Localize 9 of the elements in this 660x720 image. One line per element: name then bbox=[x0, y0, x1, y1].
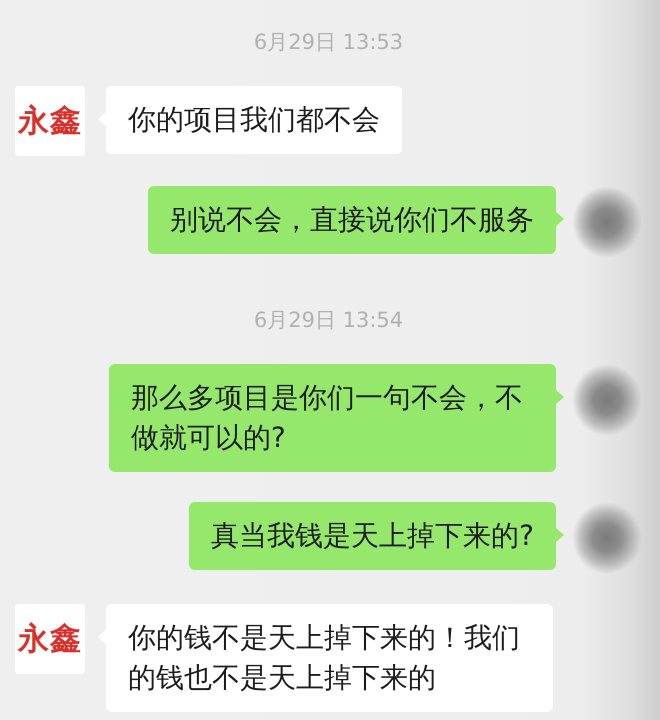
message-bubble: 别说不会，直接说你们不服务 bbox=[148, 186, 564, 254]
avatar[interactable]: 永鑫 bbox=[15, 604, 85, 674]
message-bubble: 那么多项目是你们一句不会，不做就可以的? bbox=[108, 364, 564, 472]
timestamp: 6月29日 13:54 bbox=[254, 307, 404, 334]
avatar[interactable]: 永鑫 bbox=[15, 86, 85, 156]
message-bubble: 你的钱不是天上掉下来的！我们的钱也不是天上掉下来的 bbox=[98, 604, 554, 712]
message-bubble: 你的项目我们都不会 bbox=[98, 86, 402, 154]
message-bubble: 真当我钱是天上掉下来的? bbox=[189, 502, 564, 570]
timestamp: 6月29日 13:53 bbox=[254, 29, 404, 56]
